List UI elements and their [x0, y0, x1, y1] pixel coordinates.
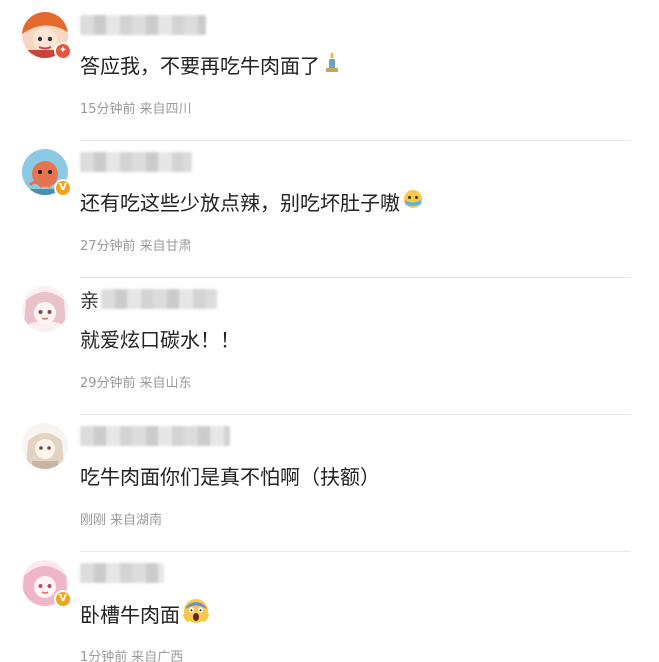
blurred-username [80, 152, 192, 172]
username[interactable] [80, 13, 206, 37]
screaming-face-emoji-icon [182, 598, 210, 629]
comment-text: 就爱炫口碳水！！ [80, 328, 240, 352]
comment-text: 还有吃这些少放点辣，别吃坏肚子嗷 [80, 187, 423, 216]
candle-emoji-icon [323, 51, 341, 78]
avatar[interactable] [22, 423, 68, 469]
avatar[interactable]: V [22, 149, 72, 197]
blurred-username [80, 426, 230, 446]
comment-item: 吃牛肉面你们是真不怕啊（扶额） 刚刚 来自湖南 [0, 415, 659, 552]
avatar[interactable] [22, 286, 68, 332]
location: 来自四川 [139, 102, 192, 117]
comment-item: V 还有吃这些少放点辣，别吃坏肚子嗷 27分钟前 来自甘肃 [0, 141, 659, 278]
comment-meta: 15分钟前 来自四川 [80, 98, 192, 117]
comment-item: 亲 就爱炫口碳水！！ 29分钟前 来自山东 [0, 278, 659, 415]
comment-item: ✦ 答应我，不要再吃牛肉面了 15分钟前 来自四川 [0, 4, 659, 141]
timestamp: 27分钟前 [80, 239, 136, 254]
timestamp: 刚刚 [80, 513, 107, 528]
username-prefix: 亲 [80, 289, 100, 312]
verified-badge-icon: V [54, 179, 72, 197]
timestamp: 29分钟前 [80, 376, 136, 391]
comment-text: 卧槽牛肉面 [80, 598, 210, 629]
blurred-username [101, 289, 218, 309]
comment-meta: 27分钟前 来自甘肃 [80, 235, 192, 254]
location: 来自广西 [131, 650, 184, 662]
timestamp: 1分钟前 [80, 650, 128, 662]
timestamp: 15分钟前 [80, 102, 136, 117]
avatar[interactable]: V [22, 560, 72, 608]
location: 来自湖南 [110, 513, 163, 528]
comment-meta: 29分钟前 来自山东 [80, 372, 192, 391]
location: 来自甘肃 [139, 239, 192, 254]
comment-list: ✦ 答应我，不要再吃牛肉面了 15分钟前 来自四川 V 还有吃这些少放点辣，别吃… [0, 0, 659, 662]
location: 来自山东 [139, 376, 192, 391]
username[interactable]: 亲 [80, 287, 218, 312]
comment-item: V 卧槽牛肉面 1分钟前 来自广西 [0, 552, 659, 662]
username[interactable] [80, 561, 164, 585]
blurred-username [80, 15, 206, 35]
avatar[interactable]: ✦ [22, 12, 72, 60]
comment-text: 吃牛肉面你们是真不怕啊（扶额） [80, 465, 380, 489]
verified-badge-icon: ✦ [54, 42, 72, 60]
blurred-username [80, 563, 164, 583]
comment-text: 答应我，不要再吃牛肉面了 [80, 50, 341, 79]
comment-meta: 1分钟前 来自广西 [80, 646, 183, 662]
username[interactable] [80, 150, 192, 174]
comment-meta: 刚刚 来自湖南 [80, 509, 162, 528]
verified-badge-icon: V [54, 590, 72, 608]
crying-face-emoji-icon [403, 189, 423, 214]
username[interactable] [80, 424, 230, 448]
